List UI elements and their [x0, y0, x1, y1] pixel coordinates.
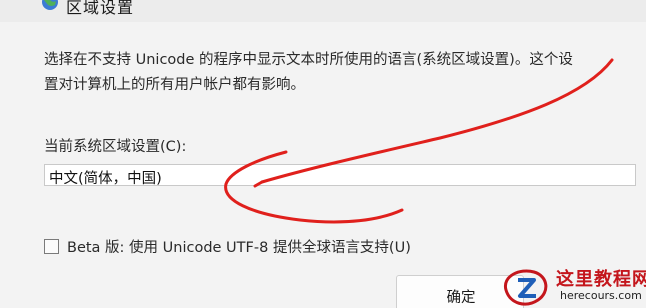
site-logo-icon	[503, 269, 548, 306]
watermark-site-name: 这里教程网	[556, 269, 646, 290]
description-text: 选择在不支持 Unicode 的程序中显示文本时所使用的语言(系统区域设置)。这…	[44, 48, 646, 98]
beta-utf8-label[interactable]: Beta 版: 使用 Unicode UTF-8 提供全球语言支持(U)	[67, 236, 411, 257]
annotation-stroke	[224, 150, 404, 224]
beta-utf8-checkbox[interactable]	[44, 239, 59, 254]
globe-icon	[42, 0, 58, 10]
current-locale-label: 当前系统区域设置(C):	[44, 139, 187, 155]
description-line: 选择在不支持 Unicode 的程序中显示文本时所使用的语言(系统区域设置)。这…	[44, 52, 573, 68]
watermark-url: herecours.com	[560, 289, 642, 302]
current-locale-dropdown[interactable]: 中文(简体，中国)	[44, 164, 636, 187]
site-watermark: 这里教程网 herecours.com	[500, 262, 646, 308]
region-settings-dialog: 区域设置 选择在不支持 Unicode 的程序中显示文本时所使用的语言(系统区域…	[0, 0, 646, 308]
current-locale-value: 中文(简体，中国)	[49, 171, 162, 187]
title-bar: 区域设置	[0, 0, 646, 22]
dialog-title: 区域设置	[66, 0, 135, 17]
description-line: 置对计算机上的所有用户帐户都有影响。	[44, 77, 305, 93]
